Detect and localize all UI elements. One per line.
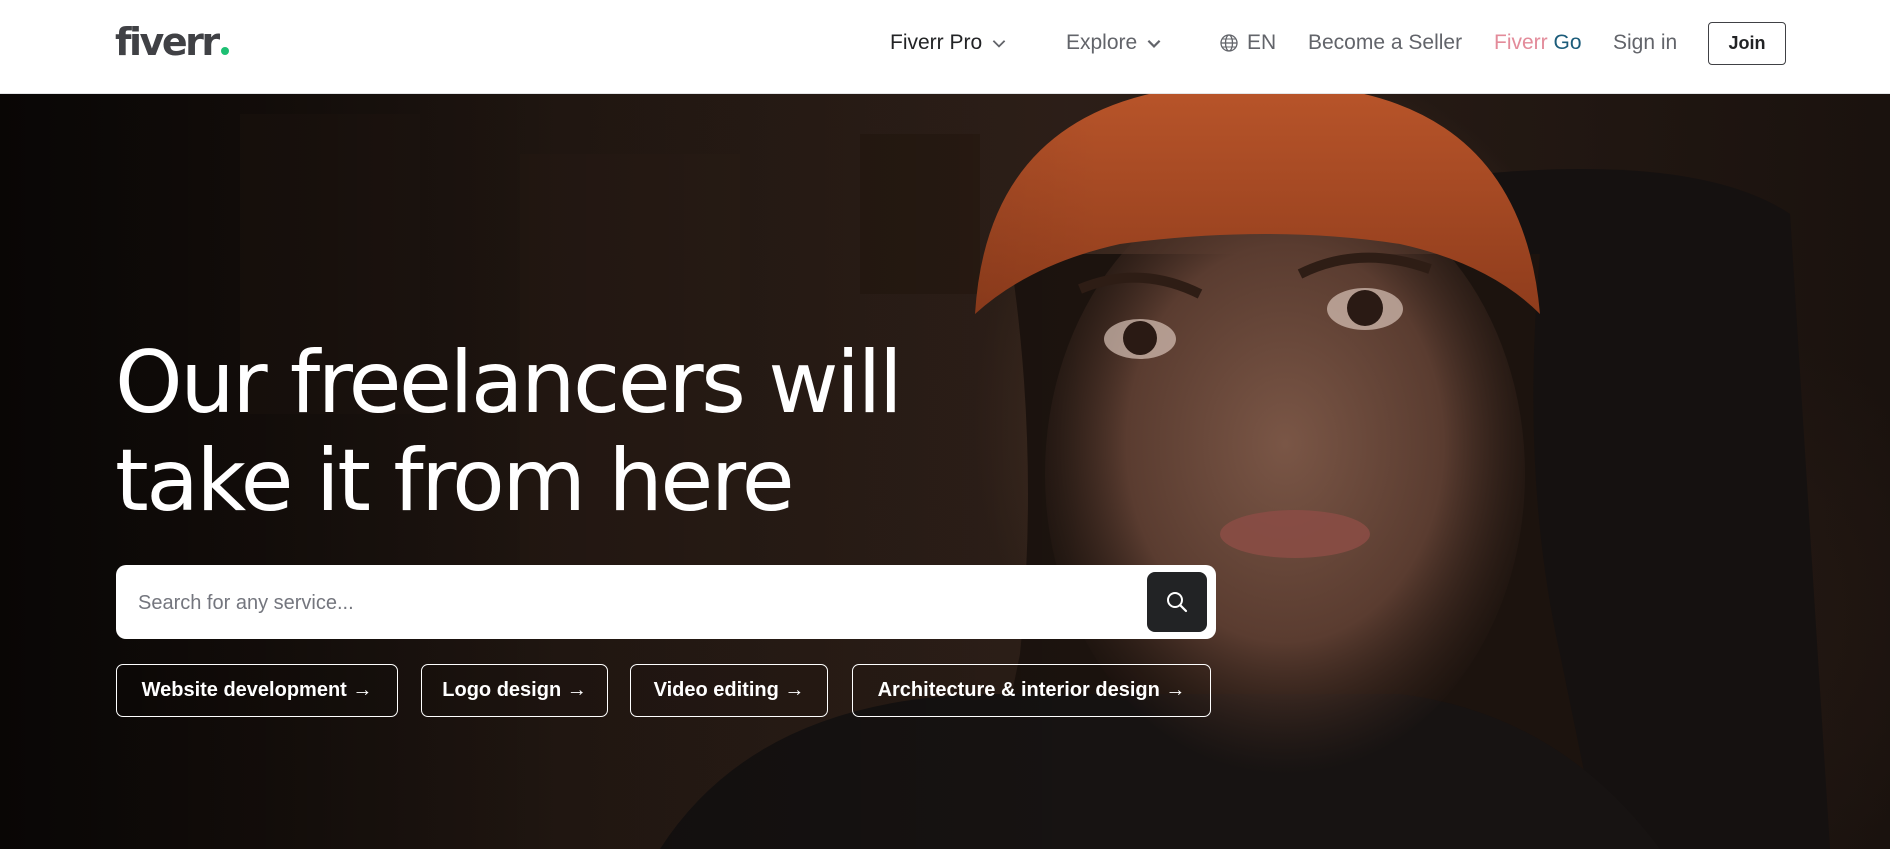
nav-explore[interactable]: Explore	[1066, 30, 1163, 56]
hero-headline: Our freelancers will take it from here	[115, 334, 1015, 530]
logo-text: fiverr	[115, 20, 220, 64]
search-button[interactable]	[1147, 572, 1207, 632]
top-nav-bar: fiverr Fiverr Pro Explore EN Become a Se…	[0, 0, 1890, 94]
nav-language[interactable]: EN	[1219, 30, 1276, 56]
chevron-down-icon	[992, 40, 1006, 48]
fiverr-go-label-b: Go	[1553, 31, 1582, 54]
chip-logo-design[interactable]: Logo design →	[421, 664, 608, 717]
hero-section: Our freelancers will take it from here W…	[0, 94, 1890, 849]
chip-video-editing[interactable]: Video editing →	[630, 664, 828, 717]
fiverr-logo[interactable]: fiverr	[115, 19, 229, 65]
nav-sign-in-label: Sign in	[1613, 31, 1678, 54]
search-icon	[1167, 592, 1188, 613]
globe-icon	[1220, 34, 1238, 52]
chevron-down-icon	[1147, 39, 1161, 48]
nav-explore-label: Explore	[1066, 31, 1138, 54]
nav-become-seller[interactable]: Become a Seller	[1308, 30, 1462, 56]
chip-website-development[interactable]: Website development →	[116, 664, 398, 717]
page: fiverr Fiverr Pro Explore EN Become a Se…	[0, 0, 1890, 849]
hero-headline-line-2: take it from here	[115, 431, 795, 531]
nav-fiverr-go[interactable]: Fiverr Go	[1494, 30, 1582, 56]
fiverr-go-label-a: Fiverr	[1494, 31, 1548, 54]
search-input[interactable]	[136, 565, 1140, 641]
search-bar	[116, 565, 1216, 641]
logo-dot	[220, 47, 229, 55]
join-button[interactable]: Join	[1708, 22, 1786, 65]
nav-fiverr-pro[interactable]: Fiverr Pro	[890, 30, 1008, 56]
nav-fiverr-pro-label: Fiverr Pro	[890, 31, 983, 54]
hero-headline-line-1: Our freelancers will	[115, 333, 903, 433]
nav-become-seller-label: Become a Seller	[1308, 31, 1463, 54]
nav-language-label: EN	[1247, 31, 1277, 54]
chip-architecture-interior-design[interactable]: Architecture & interior design →	[852, 664, 1211, 717]
nav-sign-in[interactable]: Sign in	[1613, 30, 1677, 56]
